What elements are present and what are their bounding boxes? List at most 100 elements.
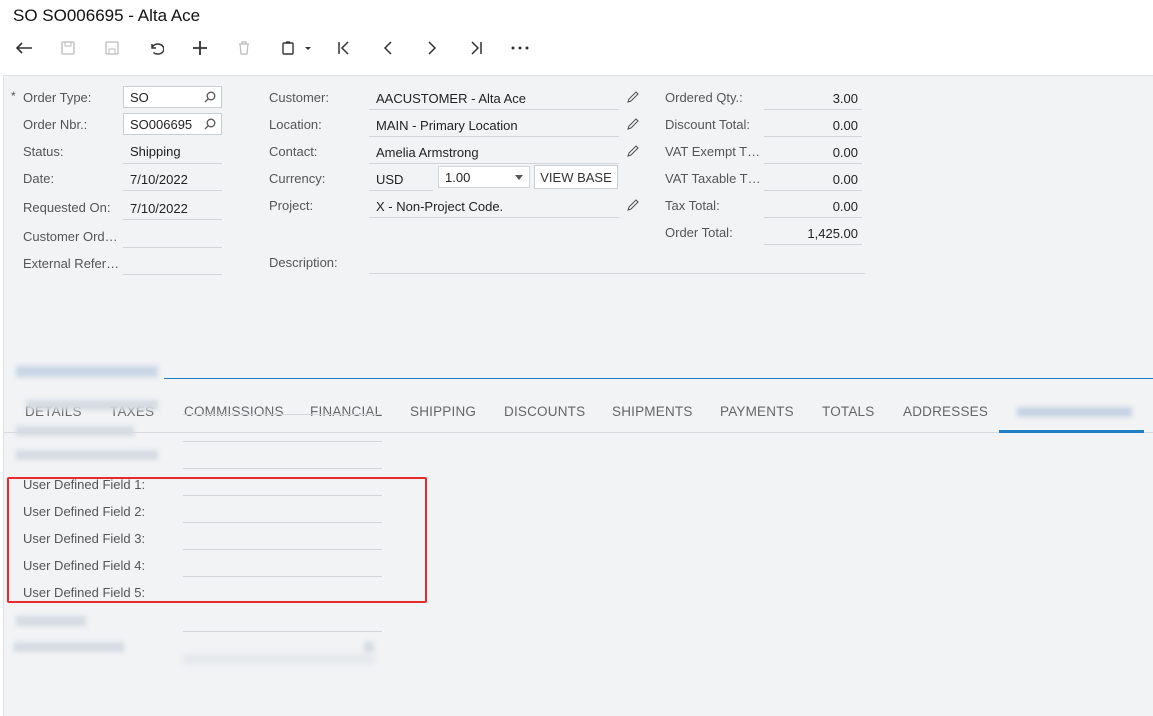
redacted-field[interactable] bbox=[183, 441, 382, 442]
currency-field[interactable]: USD bbox=[376, 172, 403, 187]
tax-total-value: 0.00 bbox=[832, 199, 858, 214]
discount-total-label: Discount Total: bbox=[665, 117, 751, 132]
active-tab-indicator bbox=[999, 430, 1144, 433]
edit-pencil-icon[interactable] bbox=[626, 198, 640, 212]
customer-ord-field[interactable] bbox=[123, 247, 222, 248]
date-field[interactable]: 7/10/2022 bbox=[130, 172, 188, 187]
add-icon[interactable] bbox=[188, 36, 212, 60]
tab-shipping[interactable]: SHIPPING bbox=[410, 404, 476, 419]
external-ref-label: External Refer… bbox=[23, 256, 120, 271]
customer-underline bbox=[369, 109, 619, 110]
tax-total-label: Tax Total: bbox=[665, 198, 720, 213]
redacted-field[interactable] bbox=[183, 414, 382, 415]
requested-on-field[interactable]: 7/10/2022 bbox=[130, 201, 188, 216]
redacted-label bbox=[16, 450, 158, 460]
order-total-underline bbox=[764, 244, 862, 245]
currency-rate-value: 1.00 bbox=[445, 170, 471, 185]
vat-exempt-value: 0.00 bbox=[832, 145, 858, 160]
edit-pencil-icon[interactable] bbox=[626, 144, 640, 158]
view-base-button[interactable]: VIEW BASE bbox=[534, 165, 618, 189]
redacted-checkbox[interactable] bbox=[364, 642, 374, 652]
vat-taxable-value: 0.00 bbox=[832, 172, 858, 187]
currency-rate-select[interactable]: 1.00 bbox=[438, 166, 530, 188]
save-icon[interactable] bbox=[100, 36, 124, 60]
first-icon[interactable] bbox=[332, 36, 356, 60]
redacted-section-title bbox=[16, 366, 158, 377]
location-label: Location: bbox=[269, 117, 322, 132]
status-underline bbox=[123, 163, 222, 164]
location-field[interactable]: MAIN - Primary Location bbox=[376, 118, 518, 133]
next-icon[interactable] bbox=[420, 36, 444, 60]
redacted-label bbox=[16, 426, 134, 436]
date-label: Date: bbox=[23, 171, 55, 186]
copy-paste-icon[interactable] bbox=[278, 36, 314, 60]
tab-addresses[interactable]: ADDRESSES bbox=[903, 404, 988, 419]
contact-underline bbox=[369, 163, 619, 164]
search-icon[interactable] bbox=[204, 118, 216, 130]
discount-total-value: 0.00 bbox=[832, 118, 858, 133]
status-value: Shipping bbox=[130, 144, 181, 159]
ordered-qty-label: Ordered Qty.: bbox=[665, 90, 743, 105]
tab-discounts[interactable]: DISCOUNTS bbox=[504, 404, 585, 419]
vat-taxable-underline bbox=[764, 190, 862, 191]
contact-label: Contact: bbox=[269, 144, 318, 159]
tab-totals[interactable]: TOTALS bbox=[822, 404, 874, 419]
requested-on-underline bbox=[123, 219, 222, 220]
tab-custom-active[interactable] bbox=[999, 394, 1144, 433]
back-icon[interactable] bbox=[12, 36, 36, 60]
customer-ord-label: Customer Ord… bbox=[23, 229, 118, 244]
order-total-label: Order Total: bbox=[665, 225, 733, 240]
save-close-icon[interactable] bbox=[56, 36, 80, 60]
description-field[interactable] bbox=[369, 273, 865, 274]
project-label: Project: bbox=[269, 198, 314, 213]
currency-underline bbox=[369, 190, 433, 191]
undo-icon[interactable] bbox=[144, 36, 168, 60]
project-field[interactable]: X - Non-Project Code. bbox=[376, 199, 503, 214]
customer-label: Customer: bbox=[269, 90, 329, 105]
redacted-label bbox=[26, 400, 158, 410]
order-header: * Order Type: SO Order Nbr.: SO006695 St… bbox=[3, 75, 1153, 716]
section-divider bbox=[164, 378, 1153, 379]
description-label: Description: bbox=[269, 255, 338, 270]
status-label: Status: bbox=[23, 144, 64, 159]
tab-commissions[interactable]: COMMISSIONS bbox=[184, 404, 284, 419]
redacted-label bbox=[14, 642, 124, 652]
discount-total-underline bbox=[764, 136, 862, 137]
tab-shipments[interactable]: SHIPMENTS bbox=[612, 404, 693, 419]
tab-payments[interactable]: PAYMENTS bbox=[720, 404, 794, 419]
vat-taxable-label: VAT Taxable T… bbox=[665, 171, 761, 186]
tax-total-underline bbox=[764, 217, 862, 218]
tab-financial[interactable]: FINANCIAL bbox=[310, 404, 382, 419]
redacted-label bbox=[16, 616, 86, 626]
search-icon[interactable] bbox=[204, 91, 216, 103]
order-type-field[interactable]: SO bbox=[123, 86, 222, 108]
external-ref-field[interactable] bbox=[123, 274, 222, 275]
ordered-qty-underline bbox=[764, 109, 862, 110]
order-type-value: SO bbox=[130, 90, 149, 105]
delete-icon[interactable] bbox=[232, 36, 256, 60]
redacted-field[interactable] bbox=[184, 654, 374, 664]
vat-exempt-label: VAT Exempt T… bbox=[665, 144, 761, 159]
edit-pencil-icon[interactable] bbox=[626, 90, 640, 104]
contact-field[interactable]: Amelia Armstrong bbox=[376, 145, 479, 160]
order-nbr-label: Order Nbr.: bbox=[23, 117, 88, 132]
tab-bar: DETAILS TAXES COMMISSIONS FINANCIAL SHIP… bbox=[4, 394, 1153, 433]
vat-exempt-underline bbox=[764, 163, 862, 164]
redacted-field[interactable] bbox=[183, 631, 382, 632]
more-icon[interactable] bbox=[508, 36, 532, 60]
customer-field[interactable]: AACUSTOMER - Alta Ace bbox=[376, 91, 526, 106]
redacted-field[interactable] bbox=[183, 468, 382, 469]
order-type-label: Order Type: bbox=[23, 90, 92, 105]
order-nbr-field[interactable]: SO006695 bbox=[123, 113, 222, 135]
order-total-value: 1,425.00 bbox=[807, 226, 858, 241]
project-underline bbox=[369, 217, 619, 218]
chevron-down-icon bbox=[515, 175, 523, 180]
ordered-qty-value: 3.00 bbox=[832, 91, 858, 106]
previous-icon[interactable] bbox=[376, 36, 400, 60]
last-icon[interactable] bbox=[464, 36, 488, 60]
page-title: SO SO006695 - Alta Ace bbox=[13, 6, 201, 25]
redacted-tab-label bbox=[1017, 407, 1132, 417]
location-underline bbox=[369, 136, 619, 137]
edit-pencil-icon[interactable] bbox=[626, 117, 640, 131]
date-underline bbox=[123, 190, 222, 191]
